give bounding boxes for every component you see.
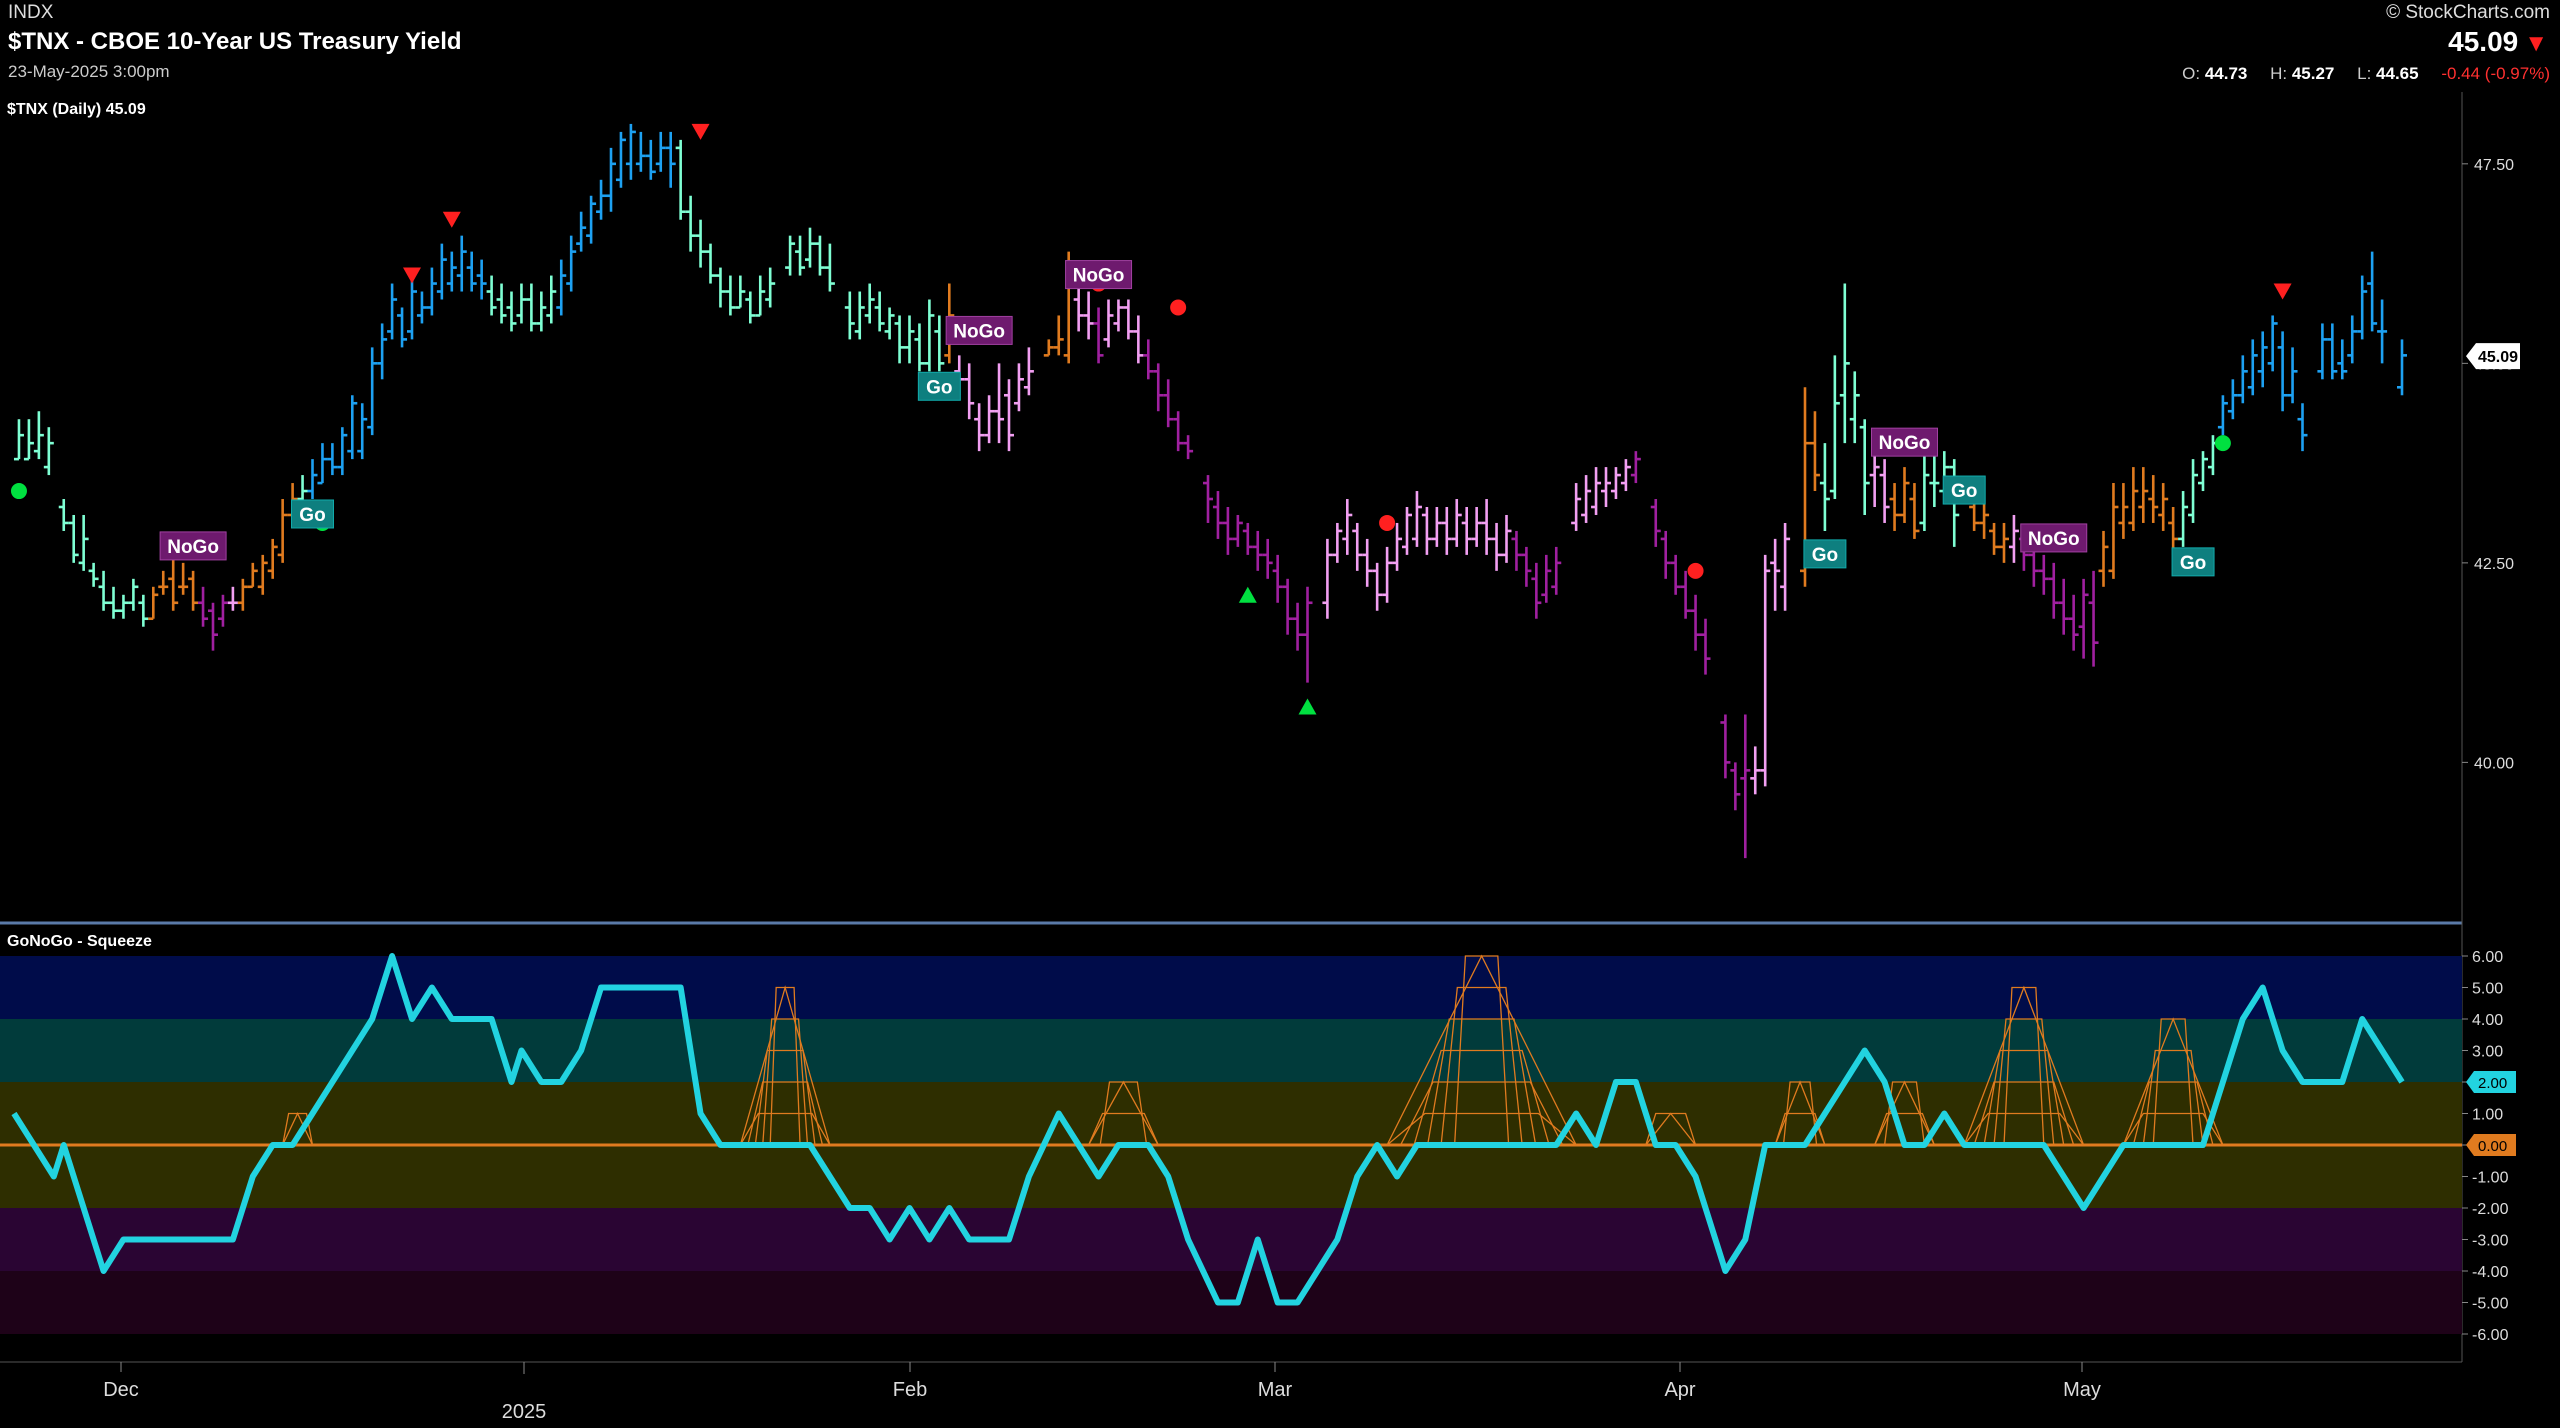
label-text: NoGo bbox=[1879, 433, 1931, 454]
go-label: Go bbox=[291, 499, 334, 529]
oscillator-tick-label: 3.00 bbox=[2472, 1044, 2503, 1061]
oscillator-tick-label: -3.00 bbox=[2472, 1233, 2509, 1250]
label-text: Go bbox=[1951, 481, 1977, 502]
go-label: Go bbox=[1942, 475, 1986, 505]
last-price-tag-text: 45.09 bbox=[2478, 349, 2518, 366]
oscillator-value-tag-text: 2.00 bbox=[2478, 1075, 2507, 1092]
signal-dot bbox=[1379, 514, 1396, 531]
oscillator-zone bbox=[0, 1208, 2462, 1271]
oscillator-tick-label: -5.00 bbox=[2472, 1296, 2509, 1313]
label-text: NoGo bbox=[2028, 529, 2080, 550]
oscillator-tick-label: -2.00 bbox=[2472, 1201, 2509, 1218]
oscillator-tick-label: 4.00 bbox=[2472, 1012, 2503, 1029]
nogo-label: NoGo bbox=[1065, 260, 1133, 290]
oscillator-tick-label: 1.00 bbox=[2472, 1107, 2503, 1124]
x-axis-label: Feb bbox=[893, 1379, 927, 1401]
label-text: Go bbox=[299, 505, 325, 526]
nogo-label: NoGo bbox=[1871, 427, 1938, 457]
oscillator-tick-label: -6.00 bbox=[2472, 1327, 2509, 1344]
nogo-label: NoGo bbox=[159, 531, 227, 561]
go-label: Go bbox=[917, 371, 961, 401]
label-text: Go bbox=[1812, 545, 1838, 566]
signal-dot bbox=[1687, 562, 1704, 579]
signal-dot bbox=[2214, 435, 2231, 452]
zero-value-tag-text: 0.00 bbox=[2478, 1138, 2507, 1155]
price-legend: $TNX (Daily) 45.09 bbox=[4, 100, 149, 120]
x-axis-label: Mar bbox=[1258, 1379, 1293, 1401]
label-text: Go bbox=[926, 377, 952, 398]
oscillator-legend: GoNoGo - Squeeze bbox=[4, 932, 155, 952]
signal-dot bbox=[1170, 299, 1187, 316]
x-axis-label: Apr bbox=[1664, 1379, 1695, 1401]
x-axis-label: Dec bbox=[103, 1379, 139, 1401]
label-text: NoGo bbox=[1073, 266, 1125, 287]
nogo-label: NoGo bbox=[2020, 523, 2088, 553]
label-text: Go bbox=[2180, 553, 2206, 574]
price-panel-bg bbox=[0, 92, 2462, 922]
chart-canvas[interactable]: 40.0042.5045.0047.506.005.004.003.002.00… bbox=[0, 0, 2560, 1428]
label-text: NoGo bbox=[167, 537, 219, 558]
x-axis-label: 2025 bbox=[502, 1401, 547, 1423]
price-tick-label: 42.50 bbox=[2474, 556, 2514, 573]
oscillator-tick-label: -1.00 bbox=[2472, 1170, 2509, 1187]
signal-dot bbox=[10, 483, 27, 500]
nogo-label: NoGo bbox=[945, 315, 1013, 345]
oscillator-tick-label: -4.00 bbox=[2472, 1264, 2509, 1281]
price-tick-label: 40.00 bbox=[2474, 755, 2514, 772]
oscillator-tick-label: 6.00 bbox=[2472, 949, 2503, 966]
label-text: NoGo bbox=[953, 321, 1005, 342]
price-tick-label: 47.50 bbox=[2474, 157, 2514, 174]
oscillator-tick-label: 5.00 bbox=[2472, 981, 2503, 998]
x-axis-label: May bbox=[2063, 1379, 2101, 1401]
oscillator-zone bbox=[0, 956, 2462, 1019]
go-label: Go bbox=[1803, 539, 1847, 569]
go-label: Go bbox=[2171, 547, 2215, 577]
